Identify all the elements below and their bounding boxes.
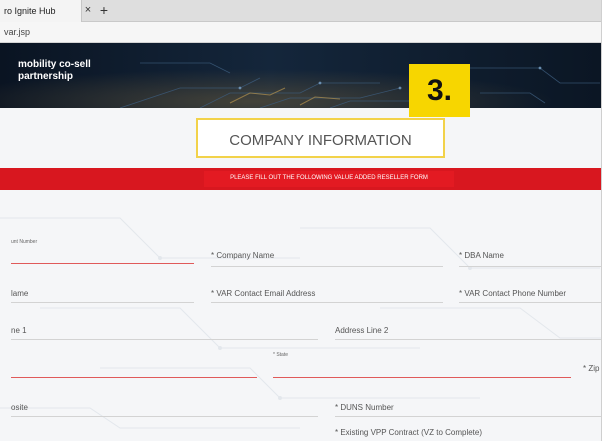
new-tab-icon[interactable]: + bbox=[97, 2, 111, 18]
close-tab-icon[interactable]: × bbox=[82, 3, 94, 17]
contact-email-label: * VAR Contact Email Address bbox=[211, 289, 316, 298]
website-input[interactable] bbox=[11, 416, 318, 417]
form-content: COMPANY INFORMATION PLEASE FILL OUT THE … bbox=[0, 108, 601, 441]
window-edge bbox=[601, 0, 608, 441]
website-label: osite bbox=[11, 403, 28, 412]
account-number-label: unt Number bbox=[11, 239, 38, 245]
browser-tab[interactable]: ro Ignite Hub bbox=[0, 0, 82, 22]
section-title: COMPANY INFORMATION bbox=[229, 132, 412, 149]
hero-title-line1: mobility co-sell bbox=[18, 59, 91, 70]
contact-email-input[interactable] bbox=[211, 302, 443, 303]
hero-title: mobility co-sell partnership bbox=[18, 59, 91, 83]
instruction-banner-inner: PLEASE FILL OUT THE FOLLOWING VALUE ADDE… bbox=[204, 171, 454, 187]
contact-name-label: lame bbox=[11, 289, 29, 298]
account-number-input[interactable] bbox=[11, 263, 194, 264]
tab-bar: ro Ignite Hub × + bbox=[0, 0, 601, 22]
browser-window: ro Ignite Hub × + var.jsp mobility co-se… bbox=[0, 0, 608, 441]
step-number: 3. bbox=[426, 74, 453, 107]
city-input[interactable] bbox=[11, 377, 257, 378]
state-label: * State bbox=[273, 352, 289, 358]
company-name-label: * Company Name bbox=[211, 251, 275, 260]
zip-label: * Zip bbox=[583, 364, 600, 373]
address-bar[interactable]: var.jsp bbox=[0, 22, 601, 43]
hero-title-line2: partnership bbox=[18, 71, 74, 82]
instruction-banner: PLEASE FILL OUT THE FOLLOWING VALUE ADDE… bbox=[0, 168, 601, 190]
duns-number-label: * DUNS Number bbox=[335, 403, 394, 412]
contact-phone-input[interactable] bbox=[459, 302, 601, 303]
contact-phone-label: * VAR Contact Phone Number bbox=[459, 289, 567, 298]
instruction-text: PLEASE FILL OUT THE FOLLOWING VALUE ADDE… bbox=[230, 175, 428, 181]
duns-number-input[interactable] bbox=[335, 416, 601, 417]
url-text: var.jsp bbox=[4, 27, 31, 37]
address-line1-label: ne 1 bbox=[11, 326, 27, 335]
dba-name-label: * DBA Name bbox=[459, 251, 504, 260]
hero-banner: mobility co-sell partnership bbox=[0, 43, 601, 108]
dba-name-input[interactable] bbox=[459, 266, 601, 267]
contact-name-input[interactable] bbox=[11, 302, 194, 303]
address-line2-input[interactable] bbox=[335, 339, 601, 340]
state-select[interactable] bbox=[273, 377, 571, 378]
address-line2-label: Address Line 2 bbox=[335, 326, 389, 335]
tab-title: ro Ignite Hub bbox=[4, 6, 56, 16]
company-name-input[interactable] bbox=[211, 266, 443, 267]
existing-vpp-label: * Existing VPP Contract (VZ to Complete) bbox=[335, 428, 483, 437]
address-line1-input[interactable] bbox=[11, 339, 318, 340]
section-title-box: COMPANY INFORMATION bbox=[196, 118, 445, 158]
step-badge: 3. bbox=[409, 64, 470, 117]
